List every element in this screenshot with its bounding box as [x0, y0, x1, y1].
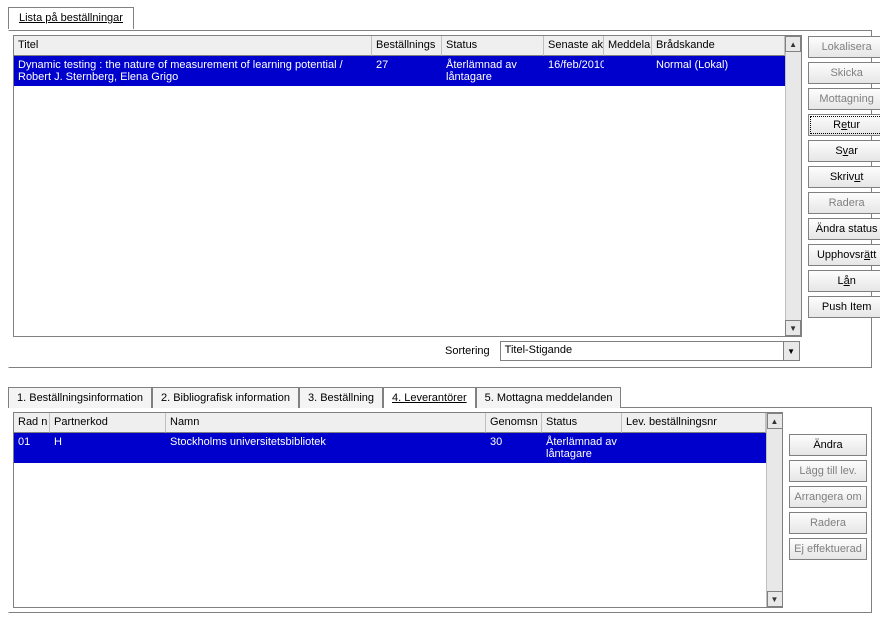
mottagning-button[interactable]: Mottagning [808, 88, 880, 110]
suppliers-scrollbar[interactable]: ▲ ▼ [766, 413, 782, 607]
skicka-button[interactable]: Skicka [808, 62, 880, 84]
lokalisera-button[interactable]: Lokalisera [808, 36, 880, 58]
cell-latest: 16/feb/2010 [544, 56, 604, 86]
chevron-down-icon[interactable]: ▼ [783, 342, 799, 360]
tab-biblio-info[interactable]: 2. Bibliografisk information [152, 387, 299, 408]
orders-button-column: Lokalisera Skicka Mottagning Retur Svar … [808, 35, 880, 363]
radera-supplier-button[interactable]: Radera [789, 512, 867, 534]
col-notify[interactable]: Meddela [604, 36, 652, 56]
suppliers-grid-body[interactable]: 01 H Stockholms universitetsbibliotek 30… [14, 433, 766, 607]
col-urgency[interactable]: Brådskande [652, 36, 785, 56]
suppliers-panel: Rad n Partnerkod Namn Genomsn Status Lev… [8, 407, 872, 613]
retur-button[interactable]: Retur [808, 114, 880, 136]
arrangera-om-button[interactable]: Arrangera om [789, 486, 867, 508]
col-name[interactable]: Namn [166, 413, 486, 433]
lagg-till-lev-button[interactable]: Lägg till lev. [789, 460, 867, 482]
sort-combo-text: Titel-Stigande [501, 342, 783, 360]
ej-effektuerad-button[interactable]: Ej effektuerad [789, 538, 867, 560]
cell-status: Återlämnad av låntagare [442, 56, 544, 86]
suppliers-button-column: Ändra Lägg till lev. Arrangera om Radera… [789, 412, 867, 608]
suppliers-grid-header: Rad n Partnerkod Namn Genomsn Status Lev… [14, 413, 766, 433]
col-supplier-status[interactable]: Status [542, 413, 622, 433]
orders-grid-header: Titel Beställnings Status Senaste ak Med… [14, 36, 785, 56]
scroll-down-icon[interactable]: ▼ [785, 320, 801, 336]
col-title[interactable]: Titel [14, 36, 372, 56]
tab-order-list[interactable]: Lista på beställningar [8, 7, 134, 29]
lan-button[interactable]: Lån [808, 270, 880, 292]
col-latest[interactable]: Senaste ak [544, 36, 604, 56]
cell-supplier-orderno [622, 433, 766, 463]
radera-button[interactable]: Radera [808, 192, 880, 214]
scroll-up-icon[interactable]: ▲ [785, 36, 801, 52]
tab-received-msgs[interactable]: 5. Mottagna meddelanden [476, 387, 622, 408]
cell-partner: H [50, 433, 166, 463]
col-rowno[interactable]: Rad n [14, 413, 50, 433]
cell-orderno: 27 [372, 56, 442, 86]
tab-order-info[interactable]: 1. Beställningsinformation [8, 387, 152, 408]
app-window: Lista på beställningar Titel Beställning… [0, 0, 880, 620]
cell-supplier-status: Återlämnad av låntagare [542, 433, 622, 463]
tab-suppliers[interactable]: 4. Leverantörer [383, 387, 476, 408]
sort-row: Sortering Titel-Stigande ▼ [13, 337, 802, 363]
cell-notify [604, 56, 652, 86]
col-status[interactable]: Status [442, 36, 544, 56]
scroll-up-icon[interactable]: ▲ [767, 413, 783, 429]
sort-label: Sortering [15, 345, 490, 357]
col-avg[interactable]: Genomsn [486, 413, 542, 433]
col-supplier-orderno[interactable]: Lev. beställningsnr [622, 413, 766, 433]
cell-title: Dynamic testing : the nature of measurem… [14, 56, 372, 86]
table-row[interactable]: 01 H Stockholms universitetsbibliotek 30… [14, 433, 766, 463]
detail-tabstrip: 1. Beställningsinformation 2. Bibliograf… [8, 386, 872, 407]
table-row[interactable]: Dynamic testing : the nature of measurem… [14, 56, 785, 86]
top-tabstrip: Lista på beställningar [8, 6, 872, 28]
scroll-down-icon[interactable]: ▼ [767, 591, 783, 607]
andra-status-button[interactable]: Ändra status [808, 218, 880, 240]
sort-combo[interactable]: Titel-Stigande ▼ [500, 341, 800, 361]
cell-name: Stockholms universitetsbibliotek [166, 433, 486, 463]
cell-rowno: 01 [14, 433, 50, 463]
col-orderno[interactable]: Beställnings [372, 36, 442, 56]
svar-button[interactable]: Svar [808, 140, 880, 162]
orders-grid-body[interactable]: Dynamic testing : the nature of measurem… [14, 56, 785, 336]
tab-label: Lista på beställningar [19, 12, 123, 24]
orders-panel: Titel Beställnings Status Senaste ak Med… [8, 30, 872, 368]
tab-order[interactable]: 3. Beställning [299, 387, 383, 408]
col-partner[interactable]: Partnerkod [50, 413, 166, 433]
upphovsratt-button[interactable]: Upphovsrätt [808, 244, 880, 266]
push-item-button[interactable]: Push Item [808, 296, 880, 318]
cell-avg: 30 [486, 433, 542, 463]
andra-button[interactable]: Ändra [789, 434, 867, 456]
orders-scrollbar[interactable]: ▲ ▼ [785, 36, 801, 336]
cell-urgency: Normal (Lokal) [652, 56, 785, 86]
skriv-ut-button[interactable]: Skriv ut [808, 166, 880, 188]
